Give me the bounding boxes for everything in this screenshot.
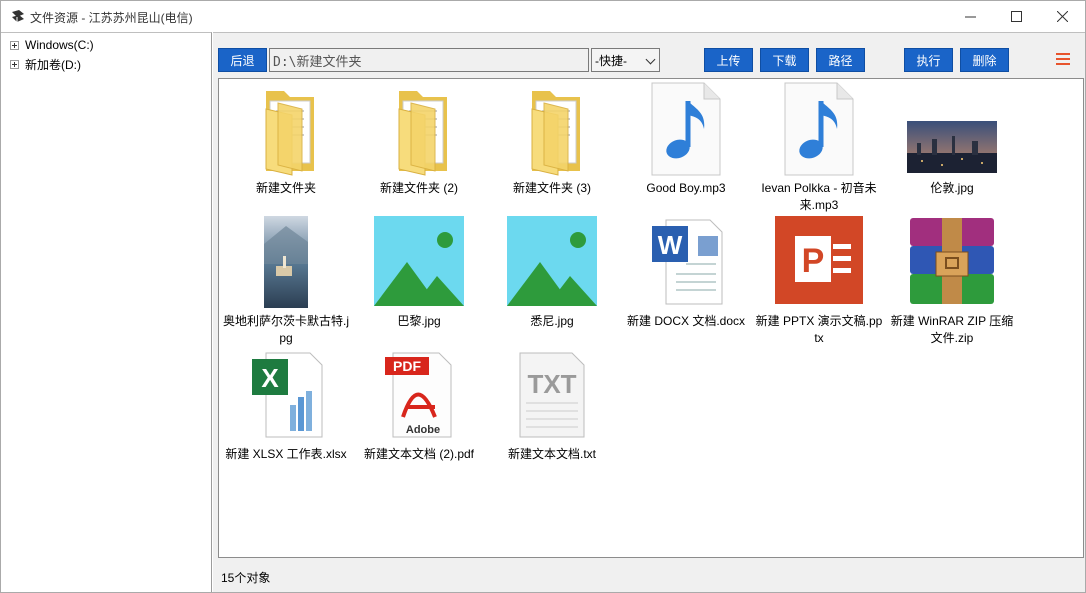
music-note-icon: [651, 82, 721, 176]
app-window: 文件资源 - 江苏苏州昆山(电信) Windows(C:) 新加卷(D:) 后退…: [0, 0, 1086, 593]
file-name: 新建文本文档 (2).pdf: [363, 447, 475, 461]
hamburger-menu-icon[interactable]: [1056, 53, 1070, 65]
file-item[interactable]: 悉尼.jpg: [485, 214, 619, 330]
image-placeholder-icon: [374, 216, 464, 306]
close-button[interactable]: [1039, 1, 1085, 31]
file-item[interactable]: 新建文件夹 (3): [485, 81, 619, 197]
folder-icon: [531, 91, 580, 176]
back-button[interactable]: 后退: [218, 48, 267, 72]
file-item[interactable]: 伦敦.jpg: [885, 81, 1019, 197]
svg-text:X: X: [261, 363, 279, 393]
file-item[interactable]: P 新建 PPTX 演示文稿.pptx: [752, 214, 886, 347]
file-item[interactable]: Good Boy.mp3: [619, 81, 753, 197]
file-item[interactable]: 巴黎.jpg: [352, 214, 486, 330]
close-icon: [1056, 10, 1068, 22]
tree-item-label: Windows(C:): [25, 38, 94, 52]
lake-photo-thumbnail: [264, 216, 308, 308]
file-name: 巴黎.jpg: [397, 314, 441, 328]
image-placeholder-icon: [507, 216, 597, 306]
file-item[interactable]: 新建文件夹 (2): [352, 81, 486, 197]
minimize-button[interactable]: [947, 1, 993, 31]
file-name: Good Boy.mp3: [646, 181, 726, 195]
file-item[interactable]: W 新建 DOCX 文档.docx: [619, 214, 753, 330]
drive-tree: Windows(C:) 新加卷(D:): [1, 32, 212, 592]
window-title: 文件资源 - 江苏苏州昆山(电信): [30, 11, 193, 25]
text-file-icon: TXT: [519, 352, 585, 438]
svg-text:W: W: [658, 230, 683, 260]
music-note-icon: [784, 82, 854, 176]
file-item[interactable]: X 新建 XLSX 工作表.xlsx: [219, 347, 353, 463]
maximize-icon: [1010, 10, 1022, 22]
pdf-adobe-icon: PDF Adobe: [385, 352, 452, 438]
excel-sheet-icon: X: [252, 352, 323, 438]
file-item[interactable]: TXT 新建文本文档.txt: [485, 347, 619, 463]
file-name: 新建 PPTX 演示文稿.pptx: [755, 314, 883, 345]
chevron-down-icon: [645, 54, 656, 65]
file-item[interactable]: PDF Adobe 新建文本文档 (2).pdf: [352, 347, 486, 463]
svg-text:PDF: PDF: [393, 358, 421, 374]
minimize-icon: [964, 16, 976, 17]
file-name: 新建文件夹: [255, 181, 316, 195]
quick-access-value: -快捷-: [595, 53, 627, 68]
city-photo-thumbnail: [907, 121, 997, 173]
file-name: Ievan Polkka - 初音未来.mp3: [761, 181, 877, 212]
powerpoint-icon: P: [775, 216, 863, 304]
file-name: 新建 XLSX 工作表.xlsx: [225, 447, 347, 461]
execute-button[interactable]: 执行: [904, 48, 953, 72]
file-name: 奥地利萨尔茨卡默古特.jpg: [222, 314, 349, 345]
file-item[interactable]: 奥地利萨尔茨卡默古特.jpg: [219, 214, 353, 347]
status-bar-count: 15个对象: [221, 571, 271, 585]
file-item[interactable]: 新建文件夹: [219, 81, 353, 197]
quick-access-select[interactable]: -快捷-: [591, 48, 660, 72]
svg-text:TXT: TXT: [527, 369, 576, 399]
file-name: 新建文本文档.txt: [507, 447, 596, 461]
file-name: 新建 WinRAR ZIP 压缩文件.zip: [890, 314, 1014, 345]
folder-icon: [398, 91, 447, 176]
tree-item-windows-c[interactable]: Windows(C:): [10, 36, 94, 54]
app-logo-icon: [12, 10, 24, 22]
svg-text:P: P: [802, 242, 825, 280]
file-list: 新建文件夹 新建文件夹 (2) 新建文件夹 (3) Good Boy.mp3 I…: [218, 78, 1084, 558]
file-name: 新建文件夹 (3): [512, 181, 591, 195]
expand-icon[interactable]: [10, 59, 19, 69]
path-button[interactable]: 路径: [816, 48, 865, 72]
file-item[interactable]: Ievan Polkka - 初音未来.mp3: [752, 81, 886, 214]
file-name: 悉尼.jpg: [530, 314, 574, 328]
file-item[interactable]: 新建 WinRAR ZIP 压缩文件.zip: [885, 214, 1019, 347]
tree-item-label: 新加卷(D:): [25, 57, 81, 72]
title-bar[interactable]: 文件资源 - 江苏苏州昆山(电信): [1, 1, 1085, 32]
file-name: 新建文件夹 (2): [379, 181, 458, 195]
winrar-archive-icon: [910, 218, 994, 304]
main-panel: 后退 D:\新建文件夹 -快捷- 上传 下载 路径 执行 删除 新建文件夹 新建…: [213, 32, 1085, 592]
upload-button[interactable]: 上传: [704, 48, 753, 72]
tree-item-new-volume-d[interactable]: 新加卷(D:): [10, 55, 81, 73]
expand-icon[interactable]: [10, 40, 19, 50]
path-input[interactable]: D:\新建文件夹: [269, 48, 589, 72]
file-name: 伦敦.jpg: [930, 181, 974, 195]
maximize-button[interactable]: [993, 1, 1039, 31]
delete-button[interactable]: 删除: [960, 48, 1009, 72]
svg-text:Adobe: Adobe: [406, 424, 440, 436]
word-doc-icon: W: [652, 219, 723, 305]
folder-icon: [265, 91, 314, 176]
file-name: 新建 DOCX 文档.docx: [626, 314, 746, 328]
download-button[interactable]: 下载: [760, 48, 809, 72]
